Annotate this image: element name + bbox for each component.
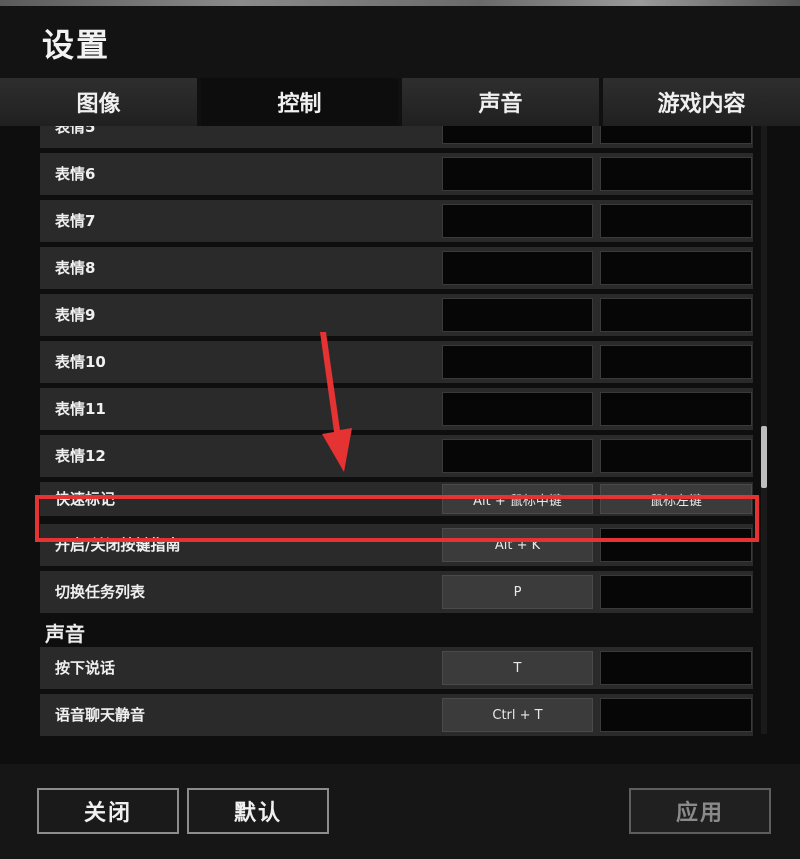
settings-footer: 关闭 默认 应用 [0, 764, 800, 859]
close-button[interactable]: 关闭 [37, 788, 179, 834]
default-button[interactable]: 默认 [187, 788, 329, 834]
primary-key-slot[interactable]: P [442, 575, 593, 609]
primary-key-slot[interactable]: T [442, 651, 593, 685]
keybinding-row-emote6[interactable]: 表情6 [40, 153, 753, 195]
keybinding-label: 语音聊天静音 [55, 706, 146, 724]
primary-key-slot[interactable] [442, 204, 593, 238]
primary-key-slot[interactable] [442, 439, 593, 473]
keybinding-label: 表情8 [55, 259, 96, 277]
keybinding-row-emote11[interactable]: 表情11 [40, 388, 753, 430]
secondary-key-slot[interactable] [600, 439, 752, 473]
keybinding-row-task-list[interactable]: 切换任务列表 P [40, 571, 753, 613]
keybinding-row-emote7[interactable]: 表情7 [40, 200, 753, 242]
secondary-key-slot[interactable] [600, 528, 752, 562]
secondary-key-slot[interactable] [600, 698, 752, 732]
keybinding-row-push-to-talk[interactable]: 按下说话 T [40, 647, 753, 689]
secondary-key-slot[interactable] [600, 204, 752, 238]
keybinding-row-key-guide[interactable]: 开启/关闭按键指南 Alt + K [40, 524, 753, 566]
primary-key-slot[interactable] [442, 298, 593, 332]
scrollbar-thumb[interactable] [761, 426, 767, 488]
secondary-key-slot[interactable] [600, 126, 752, 144]
primary-key-slot[interactable] [442, 251, 593, 285]
keybinding-label: 表情5 [55, 126, 96, 136]
keybinding-row-emote12[interactable]: 表情12 [40, 435, 753, 477]
keybinding-label: 表情7 [55, 212, 96, 230]
secondary-key-slot[interactable] [600, 392, 752, 426]
secondary-key-slot[interactable] [600, 575, 752, 609]
primary-key-slot[interactable] [442, 126, 593, 144]
secondary-key-slot[interactable] [600, 345, 752, 379]
tab-gameplay[interactable]: 游戏内容 [603, 78, 800, 126]
keybinding-label: 表情9 [55, 306, 96, 324]
keybinding-label: 切换任务列表 [55, 583, 146, 601]
primary-key-slot[interactable] [442, 392, 593, 426]
tab-controls[interactable]: 控制 [201, 78, 402, 126]
keybinding-label: 表情6 [55, 165, 96, 183]
keybinding-label: 开启/关闭按键指南 [55, 536, 181, 554]
keybinding-list[interactable]: 表情5 表情6 表情7 表情8 表情9 表情10 表情11 表情12 快速标记 … [0, 126, 800, 764]
keybinding-row-emote5[interactable]: 表情5 [40, 126, 753, 148]
keybinding-label: 表情12 [55, 447, 106, 465]
keybinding-scrollbar[interactable] [761, 126, 767, 734]
keybinding-row-emote8[interactable]: 表情8 [40, 247, 753, 289]
secondary-key-slot[interactable] [600, 157, 752, 191]
keybinding-label: 快速标记 [55, 490, 116, 508]
keybinding-label: 按下说话 [55, 659, 116, 677]
primary-key-slot[interactable]: Ctrl + T [442, 698, 593, 732]
keybinding-row-emote9[interactable]: 表情9 [40, 294, 753, 336]
keybinding-label: 表情10 [55, 353, 106, 371]
keybinding-label: 表情11 [55, 400, 106, 418]
keybinding-row-quick-mark[interactable]: 快速标记 Alt + 鼠标中键 鼠标左键 [40, 482, 753, 516]
section-title-sound: 声音 [45, 622, 85, 646]
keybinding-row-emote10[interactable]: 表情10 [40, 341, 753, 383]
keybinding-row-voice-mute[interactable]: 语音聊天静音 Ctrl + T [40, 694, 753, 736]
secondary-key-slot[interactable]: 鼠标左键 [600, 484, 752, 514]
settings-header: 设置 [0, 6, 800, 78]
primary-key-slot[interactable] [442, 345, 593, 379]
primary-key-slot[interactable]: Alt + 鼠标中键 [442, 484, 593, 514]
secondary-key-slot[interactable] [600, 651, 752, 685]
apply-button[interactable]: 应用 [629, 788, 771, 834]
settings-tabs: 图像 控制 声音 游戏内容 [0, 78, 800, 126]
primary-key-slot[interactable] [442, 157, 593, 191]
page-title: 设置 [42, 26, 111, 64]
primary-key-slot[interactable]: Alt + K [442, 528, 593, 562]
secondary-key-slot[interactable] [600, 251, 752, 285]
tab-sound[interactable]: 声音 [402, 78, 603, 126]
tab-graphics[interactable]: 图像 [0, 78, 201, 126]
secondary-key-slot[interactable] [600, 298, 752, 332]
